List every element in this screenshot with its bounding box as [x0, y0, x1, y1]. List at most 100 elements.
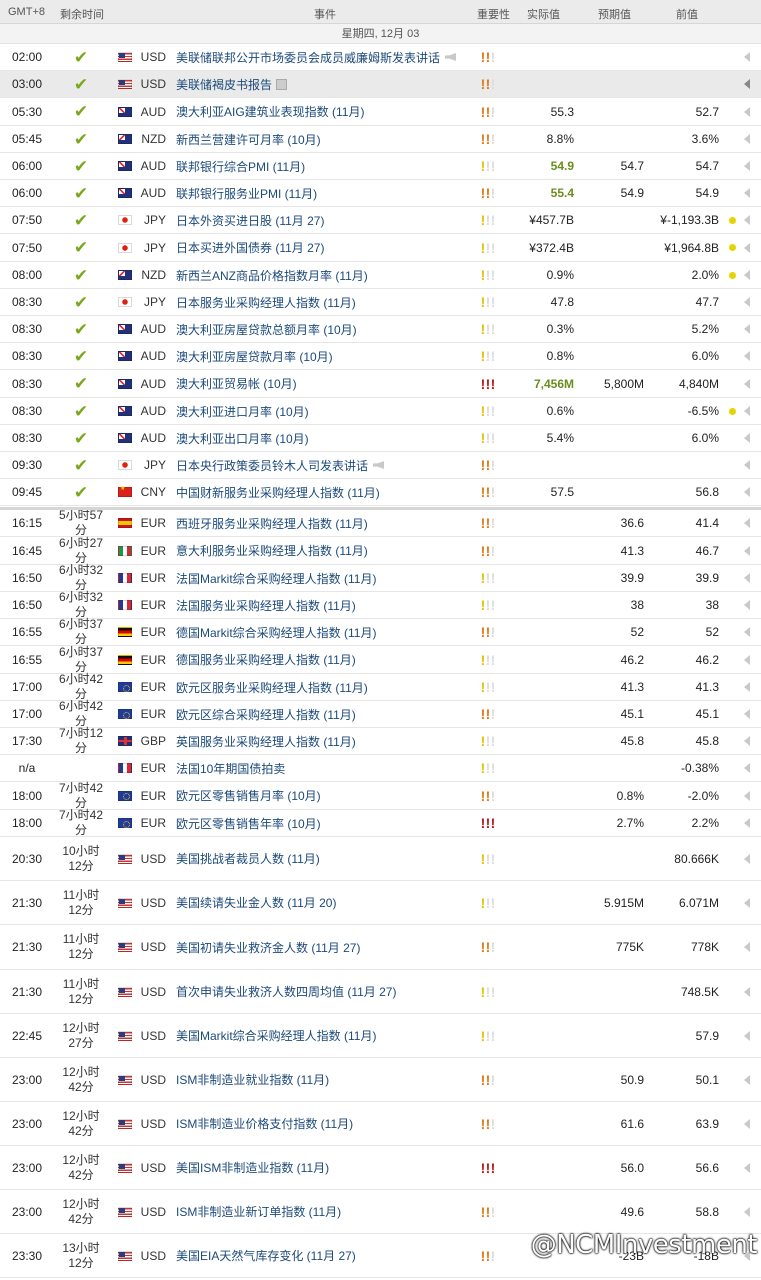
expand-arrow-icon[interactable] — [742, 316, 752, 342]
expand-arrow-icon[interactable] — [742, 153, 752, 179]
event-link[interactable]: 美国Markit综合采购经理人指数 (11月) — [176, 1014, 476, 1057]
table-row[interactable]: 06:00 ✔ AUD 联邦银行服务业PMI (11月)!!! 55.4 54.9 54.9 — [0, 180, 761, 207]
table-row[interactable]: 21:30 11小时12分 USD 美国续请失业金人数 (11月 20)!!! 5.91… — [0, 881, 761, 925]
expand-arrow-icon[interactable] — [742, 970, 752, 1013]
expand-arrow-icon[interactable] — [742, 674, 752, 700]
expand-arrow-icon[interactable] — [742, 479, 752, 505]
expand-arrow-icon[interactable] — [742, 1014, 752, 1057]
event-link[interactable]: 美国挑战者裁员人数 (11月) — [176, 837, 476, 880]
event-link[interactable]: 美国ISM非制造业指数 (11月) — [176, 1146, 476, 1189]
expand-arrow-icon[interactable] — [742, 289, 752, 315]
event-link[interactable]: 法国Markit综合采购经理人指数 (11月) — [176, 565, 476, 591]
event-link[interactable]: 澳大利亚AIG建筑业表现指数 (11月) — [176, 98, 476, 125]
table-row[interactable]: 05:45 ✔ NZD 新西兰营建许可月率 (10月)!!! 8.8% 3.6% — [0, 126, 761, 153]
event-link[interactable]: 联邦银行综合PMI (11月) — [176, 153, 476, 179]
table-row[interactable]: 06:00 ✔ AUD 联邦银行综合PMI (11月)!!! 54.9 54.7 54.7 — [0, 153, 761, 180]
event-link[interactable]: 日本服务业采购经理人指数 (11月) — [176, 289, 476, 315]
expand-arrow-icon[interactable] — [742, 592, 752, 618]
expand-arrow-icon[interactable] — [742, 565, 752, 591]
table-row[interactable]: 17:00 6小时42分 EUR 欧元区服务业采购经理人指数 (11月)!!! 41.3… — [0, 672, 761, 701]
event-link[interactable]: 欧元区零售销售月率 (10月) — [176, 782, 476, 809]
table-row[interactable]: 16:50 6小时32分 EUR 法国Markit综合采购经理人指数 (11月)!!!… — [0, 563, 761, 592]
event-link[interactable]: 美国续请失业金人数 (11月 20) — [176, 881, 476, 924]
table-row[interactable]: 23:00 12小时42分 USD 美国ISM非制造业指数 (11月)!!! 56.0 5… — [0, 1146, 761, 1190]
table-row[interactable]: 08:30 ✔ AUD 澳大利亚房屋贷款月率 (10月)!!! 0.8% 6.0% — [0, 343, 761, 370]
event-link[interactable]: 中国财新服务业采购经理人指数 (11月) — [176, 479, 476, 505]
expand-arrow-icon[interactable] — [742, 262, 752, 288]
event-link[interactable]: 日本央行政策委员铃木人司发表讲话 — [176, 452, 476, 478]
table-row[interactable]: 21:30 11小时12分 USD 美国初请失业救济金人数 (11月 27)!!! 77… — [0, 925, 761, 970]
event-link[interactable]: 欧元区综合采购经理人指数 (11月) — [176, 701, 476, 727]
expand-arrow-icon[interactable] — [742, 343, 752, 369]
table-row[interactable]: 17:30 7小时12分 GBP 英国服务业采购经理人指数 (11月)!!! 45.8 4… — [0, 726, 761, 755]
table-row[interactable]: 08:30 ✔ AUD 澳大利亚出口月率 (10月)!!! 5.4% 6.0% — [0, 425, 761, 452]
table-row[interactable]: 23:00 12小时42分 USD ISM非制造业新订单指数 (11月)!!! 49.6… — [0, 1190, 761, 1234]
event-link[interactable]: 澳大利亚出口月率 (10月) — [176, 425, 476, 451]
expand-arrow-icon[interactable] — [742, 810, 752, 836]
expand-arrow-icon[interactable] — [742, 1146, 752, 1189]
expand-arrow-icon[interactable] — [742, 537, 752, 564]
table-row[interactable]: 09:45✔CNY中国财新服务业采购经理人指数 (11月)!!!57.556.8 — [0, 479, 761, 506]
event-link[interactable]: ISM非制造业新订单指数 (11月) — [176, 1190, 476, 1233]
expand-arrow-icon[interactable] — [742, 452, 752, 478]
expand-arrow-icon[interactable] — [742, 619, 752, 645]
table-row[interactable]: 22:45 12小时27分 USD 美国Markit综合采购经理人指数 (11月)!!… — [0, 1014, 761, 1058]
event-link[interactable]: 美国初请失业救济金人数 (11月 27) — [176, 925, 476, 969]
table-row[interactable]: 08:30 ✔ AUD 澳大利亚房屋贷款总额月率 (10月)!!! 0.3% 5.2% — [0, 316, 761, 343]
expand-arrow-icon[interactable] — [742, 837, 752, 880]
event-link[interactable]: 英国服务业采购经理人指数 (11月) — [176, 728, 476, 754]
table-row[interactable]: 08:30 ✔ JPY 日本服务业采购经理人指数 (11月)!!! 47.8 47.7 — [0, 289, 761, 316]
table-row[interactable]: 02:00 ✔ USD 美联储联邦公开市场委员会成员威廉姆斯发表讲话!!! — [0, 44, 761, 71]
table-row[interactable]: 08:00 ✔ NZD 新西兰ANZ商品价格指数月率 (11月)!!! 0.9% 2.0% — [0, 262, 761, 289]
event-link[interactable]: ISM非制造业就业指数 (11月) — [176, 1058, 476, 1101]
event-link[interactable]: 西班牙服务业采购经理人指数 (11月) — [176, 510, 476, 536]
event-link[interactable]: 美国EIA天然气库存变化 (11月 27) — [176, 1234, 476, 1277]
table-row[interactable]: 05:30 ✔ AUD 澳大利亚AIG建筑业表现指数 (11月)!!! 55.3 52.7 — [0, 98, 761, 126]
expand-arrow-icon[interactable] — [742, 126, 752, 152]
table-row[interactable]: 23:00 12小时42分 USD ISM非制造业就业指数 (11月)!!! 50.9 5… — [0, 1058, 761, 1102]
table-row[interactable]: 23:00 12小时42分 USD ISM非制造业价格支付指数 (11月)!!! 61.… — [0, 1102, 761, 1146]
expand-arrow-icon[interactable] — [742, 1102, 752, 1145]
expand-arrow-icon[interactable] — [742, 398, 752, 424]
table-row[interactable]: 16:55 6小时37分 EUR 德国服务业采购经理人指数 (11月)!!! 46.2 4… — [0, 645, 761, 674]
table-row[interactable]: 18:00 7小时42分 EUR 欧元区零售销售月率 (10月)!!! 0.8% -2.0… — [0, 781, 761, 810]
table-row[interactable]: 21:30 11小时12分 USD 首次申请失业救济人数四周均值 (11月 27)!!… — [0, 970, 761, 1014]
event-link[interactable]: 美联储联邦公开市场委员会成员威廉姆斯发表讲话 — [176, 44, 476, 70]
expand-arrow-icon[interactable] — [742, 207, 752, 233]
expand-arrow-icon[interactable] — [742, 881, 752, 924]
expand-arrow-icon[interactable] — [742, 180, 752, 206]
expand-arrow-icon[interactable] — [742, 1190, 752, 1233]
event-link[interactable]: 日本外资买进日股 (11月 27) — [176, 207, 476, 233]
table-row[interactable]: 08:30 ✔ AUD 澳大利亚贸易帐 (10月)!!! 7,456M 5,800M 4,8… — [0, 370, 761, 398]
expand-arrow-icon[interactable] — [742, 98, 752, 125]
event-link[interactable]: 日本买进外国债券 (11月 27) — [176, 234, 476, 261]
header-timezone[interactable]: GMT+8 — [8, 6, 45, 18]
event-link[interactable]: 德国Markit综合采购经理人指数 (11月) — [176, 619, 476, 645]
expand-arrow-icon[interactable] — [742, 925, 752, 969]
table-row[interactable]: 18:00 7小时42分 EUR 欧元区零售销售年率 (10月)!!! 2.7% 2.2% — [0, 808, 761, 837]
event-link[interactable]: 澳大利亚进口月率 (10月) — [176, 398, 476, 424]
expand-arrow-icon[interactable] — [742, 370, 752, 397]
event-link[interactable]: 新西兰营建许可月率 (10月) — [176, 126, 476, 152]
event-link[interactable]: 澳大利亚贸易帐 (10月) — [176, 370, 476, 397]
event-link[interactable]: 首次申请失业救济人数四周均值 (11月 27) — [176, 970, 476, 1013]
expand-arrow-icon[interactable] — [742, 728, 752, 754]
event-link[interactable]: 欧元区零售销售年率 (10月) — [176, 810, 476, 836]
table-row[interactable]: 17:00 6小时42分 EUR 欧元区综合采购经理人指数 (11月)!!! 45.1 4… — [0, 699, 761, 728]
event-link[interactable]: 法国10年期国债拍卖 — [176, 755, 476, 781]
table-row[interactable]: 16:50 6小时32分 EUR 法国服务业采购经理人指数 (11月)!!! 38 38 — [0, 590, 761, 619]
event-link[interactable]: 美联储褐皮书报告 — [176, 71, 476, 97]
expand-arrow-icon[interactable] — [742, 1058, 752, 1101]
table-row[interactable]: 03:00 ✔ USD 美联储褐皮书报告!!! — [0, 71, 761, 98]
expand-arrow-icon[interactable] — [742, 425, 752, 451]
event-link[interactable]: 德国服务业采购经理人指数 (11月) — [176, 646, 476, 673]
event-link[interactable]: 澳大利亚房屋贷款总额月率 (10月) — [176, 316, 476, 342]
event-link[interactable]: 新西兰ANZ商品价格指数月率 (11月) — [176, 262, 476, 288]
expand-arrow-icon[interactable] — [742, 44, 752, 70]
expand-arrow-icon[interactable] — [742, 646, 752, 673]
table-row[interactable]: 16:15 5小时57分 EUR 西班牙服务业采购经理人指数 (11月)!!! 36.6… — [0, 508, 761, 537]
event-link[interactable]: 联邦银行服务业PMI (11月) — [176, 180, 476, 206]
event-link[interactable]: 欧元区服务业采购经理人指数 (11月) — [176, 674, 476, 700]
expand-arrow-icon[interactable] — [742, 510, 752, 536]
expand-arrow-icon[interactable] — [742, 701, 752, 727]
